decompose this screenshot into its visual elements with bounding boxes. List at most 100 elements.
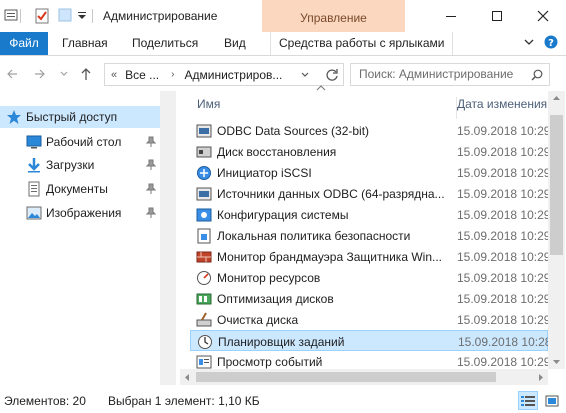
file-date: 15.09.2018 10:29: [457, 229, 551, 243]
file-date: 15.09.2018 10:29: [457, 187, 551, 201]
new-folder-icon[interactable]: [58, 8, 72, 22]
back-icon[interactable]: [6, 68, 18, 80]
tab-file[interactable]: Файл: [0, 32, 48, 55]
breadcrumb-current[interactable]: Администриров...: [184, 68, 282, 82]
pin-icon[interactable]: [146, 136, 156, 148]
navigation-bar: « Все ... › Администриров... Поиск: Адми…: [0, 57, 566, 91]
table-row[interactable]: Инициатор iSCSI 15.09.2018 10:29: [190, 162, 551, 183]
pin-icon[interactable]: [146, 159, 156, 171]
sidebar-item-quick-access[interactable]: Быстрый доступ: [0, 106, 160, 128]
file-name: Конфигурация системы: [217, 208, 349, 222]
file-name: Локальная политика безопасности: [217, 229, 411, 243]
table-row[interactable]: Локальная политика безопасности 15.09.20…: [190, 225, 551, 246]
resmon-icon: [197, 271, 211, 285]
file-date: 15.09.2018 10:29: [457, 250, 551, 264]
sidebar-item-documents[interactable]: Документы: [0, 178, 160, 200]
file-name: Инициатор iSCSI: [217, 166, 312, 180]
properties-icon[interactable]: [4, 8, 18, 22]
close-icon: [537, 10, 549, 22]
search-placeholder: Поиск: Администрирование: [359, 67, 514, 81]
scroll-up-icon[interactable]: [552, 95, 561, 101]
pin-icon[interactable]: [146, 207, 156, 219]
maximize-button[interactable]: [474, 0, 520, 32]
scroll-left-icon[interactable]: [184, 373, 190, 382]
tab-shortcut-tools[interactable]: Средства работы с ярлыками: [270, 32, 454, 55]
customize-toolbar-icon[interactable]: [78, 12, 86, 20]
scroll-right-icon[interactable]: [538, 373, 544, 382]
table-row[interactable]: Планировщик заданий 15.09.2018 10:28: [190, 330, 552, 351]
tab-manage[interactable]: Управление: [262, 0, 405, 33]
file-name: Диск восстановления: [217, 145, 337, 159]
breadcrumb-all[interactable]: Все ...: [125, 68, 159, 82]
checklist-icon[interactable]: [35, 8, 49, 24]
close-button[interactable]: [520, 0, 566, 32]
toolbar-separator: [20, 9, 21, 23]
tab-view[interactable]: Вид: [218, 32, 252, 55]
minimize-button[interactable]: [428, 0, 474, 32]
expand-ribbon-icon[interactable]: [524, 37, 534, 47]
task-scheduler-icon: [198, 335, 212, 349]
sidebar-item-label: Изображения: [46, 206, 122, 220]
breadcrumb-chevron-icon[interactable]: ›: [171, 69, 174, 80]
file-list: Имя Дата изменения ODBC Data Sources (32…: [180, 85, 566, 385]
title-separator: [92, 9, 93, 23]
help-icon[interactable]: ?: [544, 35, 558, 49]
file-date: 15.09.2018 10:29: [457, 145, 551, 159]
table-row[interactable]: Очистка диска 15.09.2018 10:29: [190, 309, 551, 330]
sidebar-item-label: Загрузки: [46, 158, 95, 172]
file-date: 15.09.2018 10:29: [457, 313, 551, 327]
horizontal-scrollbar[interactable]: [180, 369, 548, 385]
sidebar-item-pictures[interactable]: Изображения: [0, 202, 160, 224]
iscsi-icon: [197, 166, 211, 180]
table-row[interactable]: Источники данных ODBC (64-разрядна... 15…: [190, 183, 551, 204]
table-row[interactable]: Монитор ресурсов 15.09.2018 10:29: [190, 267, 551, 288]
column-header: Имя Дата изменения: [180, 85, 548, 119]
up-icon[interactable]: [80, 67, 92, 81]
desktop-icon: [26, 135, 42, 149]
table-row[interactable]: Оптимизация дисков 15.09.2018 10:29: [190, 288, 551, 309]
sidebar-item-desktop[interactable]: Рабочий стол: [0, 131, 160, 153]
large-icons-view-button[interactable]: [542, 391, 562, 410]
table-row[interactable]: Диск восстановления 15.09.2018 10:29: [190, 141, 551, 162]
file-date: 15.09.2018 10:29: [457, 166, 551, 180]
file-name: Планировщик заданий: [218, 335, 345, 349]
file-name: ODBC Data Sources (32-bit): [217, 124, 370, 138]
address-bar[interactable]: « Все ... › Администриров...: [104, 63, 344, 86]
hidden-path-icon[interactable]: «: [111, 69, 117, 81]
table-row[interactable]: ODBC Data Sources (32-bit) 15.09.2018 10…: [190, 120, 550, 141]
window-title: Администрирование: [103, 9, 218, 23]
file-date: 15.09.2018 10:29: [457, 355, 551, 369]
file-date: 15.09.2018 10:28: [458, 335, 552, 349]
details-view-button[interactable]: [518, 391, 538, 410]
navigation-scrollbar[interactable]: [160, 91, 176, 385]
vertical-scroll-thumb[interactable]: [550, 115, 563, 255]
file-name: Оптимизация дисков: [217, 292, 334, 306]
table-row[interactable]: Конфигурация системы 15.09.2018 10:29: [190, 204, 550, 225]
column-date-header[interactable]: Дата изменения: [456, 97, 547, 119]
vertical-scrollbar[interactable]: [548, 91, 565, 369]
odbc-icon: [196, 187, 212, 201]
pictures-icon: [26, 206, 42, 220]
refresh-icon[interactable]: [325, 68, 339, 82]
file-date: 15.09.2018 10:29: [457, 271, 551, 285]
tab-home[interactable]: Главная: [56, 32, 114, 55]
search-icon: [531, 69, 543, 81]
details-view-icon: [521, 395, 535, 406]
msconfig-icon: [196, 208, 212, 222]
pin-icon[interactable]: [146, 183, 156, 195]
maximize-icon: [492, 11, 502, 21]
table-row[interactable]: Монитор брандмауэра Защитника Win... 15.…: [190, 246, 551, 267]
scroll-down-icon[interactable]: [552, 359, 561, 365]
large-icons-view-icon: [545, 395, 559, 406]
sidebar-item-downloads[interactable]: Загрузки: [0, 154, 160, 176]
recent-locations-icon[interactable]: [60, 71, 68, 77]
file-date: 15.09.2018 10:29: [457, 292, 551, 306]
column-name-header[interactable]: Имя: [197, 97, 220, 111]
forward-icon[interactable]: [34, 68, 46, 80]
cleanup-icon: [196, 312, 212, 327]
defrag-icon: [196, 293, 212, 305]
tab-share[interactable]: Поделиться: [126, 32, 204, 55]
search-input[interactable]: Поиск: Администрирование: [350, 63, 550, 86]
address-dropdown-icon[interactable]: [301, 72, 309, 78]
horizontal-scroll-thumb[interactable]: [196, 372, 496, 382]
